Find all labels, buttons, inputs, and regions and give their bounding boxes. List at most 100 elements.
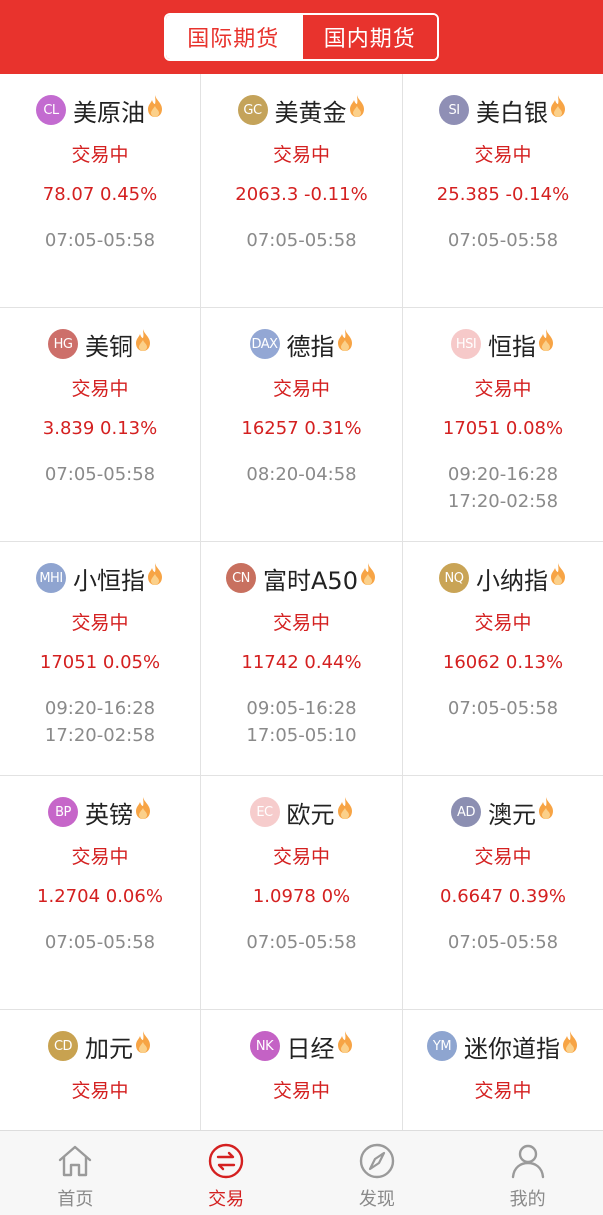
product-card[interactable]: HG 美铜交易中 3.839 0.13% 07:05-05:58 (0, 308, 200, 541)
product-card[interactable]: HSI 恒指 交易中 17051 0.08% 09:20-16:28 17:20-02:5… (403, 308, 603, 541)
product-name: 美铜 (85, 332, 133, 361)
trading-hours: 09:20-16:28 17:20-02:58 (0, 695, 200, 749)
hot-flame-icon (148, 95, 162, 117)
price-change: 25.385 -0.14% (436, 184, 570, 205)
product-card[interactable]: MHI 小恒指 交易中 17051 0.05% 09:20-16:28 17:20-02:… (0, 542, 200, 775)
tab-trade[interactable]: 交易 (151, 1131, 302, 1215)
product-name: 德指 (286, 332, 335, 361)
trading-hours: 07:05-05:58 (403, 929, 603, 956)
product-card[interactable]: DAX 德指交易中 16257 0.31% 08:20-04:58 (201, 308, 402, 541)
product-title: GC 美黄金 (201, 92, 402, 128)
product-code-badge: MHI (36, 563, 66, 593)
product-name: 迷你道指 (464, 1034, 560, 1063)
trading-status: 交易中 (272, 846, 330, 868)
trading-status: 交易中 (71, 1080, 129, 1102)
price-change: 1.2704 0.06% (37, 886, 163, 907)
product-title: SI 美白银 (403, 92, 603, 128)
hot-flame-icon (337, 797, 352, 819)
product-code-badge: AD (451, 797, 481, 827)
trading-hours-line: 07:05-05:58 (44, 464, 156, 485)
trading-status: 交易中 (71, 846, 129, 868)
trading-status: 交易中 (474, 612, 532, 634)
trading-hours-line: 09:05-16:28 (246, 698, 357, 719)
price-change: 11742 0.44% (241, 652, 362, 673)
trading-hours-line: 07:05-05:58 (246, 932, 357, 953)
product-title: CN 富时A50 (201, 560, 402, 596)
tab-international-futures[interactable]: 国际期货 (166, 15, 301, 59)
trading-hours-line: 07:05-05:58 (44, 230, 156, 251)
product-title: AD 澳元 (403, 794, 603, 830)
product-grid: CL 美原油 交易中 78.07 0.45% 07:05-05:58 GC 美黄金 交易中 20… (0, 74, 603, 1130)
trading-hours-line: 17:20-02:58 (44, 725, 156, 746)
product-card[interactable]: SI 美白银交易中 25.385 -0.14% 07:05-05:58 (403, 74, 603, 307)
trading-hours-line: 17:05-05:10 (246, 725, 357, 746)
trading-hours: 07:05-05:58 (201, 227, 402, 254)
hot-flame-icon (360, 563, 375, 585)
product-code-badge: GC (237, 95, 268, 125)
tab-home-label: 首页 (57, 1189, 94, 1210)
trading-status: 交易中 (272, 1080, 330, 1102)
product-name: 澳元 (488, 800, 536, 829)
product-code-badge: CD (48, 1031, 78, 1061)
trading-hours-line: 07:05-05:58 (447, 230, 559, 251)
product-code-badge: SI (439, 95, 469, 125)
product-title: BP 英镑 (0, 794, 200, 830)
tab-trade-label: 交易 (208, 1189, 245, 1210)
price-change: 78.07 0.45% (42, 184, 158, 205)
product-name: 小纳指 (476, 566, 548, 595)
product-code-badge: HG (48, 329, 78, 359)
tab-mine-label: 我的 (509, 1189, 546, 1210)
tab-domestic-futures[interactable]: 国内期货 (300, 15, 437, 59)
product-card[interactable]: CL 美原油 交易中 78.07 0.45% 07:05-05:58 (0, 74, 200, 307)
tab-home[interactable]: 首页 (0, 1131, 151, 1215)
trading-status: 交易中 (272, 378, 330, 400)
product-title: DAX 德指 (201, 326, 402, 362)
product-card[interactable]: AD 澳元 交易中 0.6647 0.39% 07:05-05:58 (403, 776, 603, 1009)
trading-hours-line: 08:20-04:58 (246, 464, 357, 485)
product-name: 英镑 (85, 800, 133, 829)
bottom-tab-bar: 首页 交易 发现 我的 (0, 1130, 603, 1215)
trading-status: 交易中 (474, 378, 532, 400)
product-title: HG 美铜 (0, 326, 200, 362)
price-change: 17051 0.05% (39, 652, 161, 673)
product-name: 美原油 (73, 98, 145, 127)
product-name: 欧元 (286, 800, 335, 829)
trading-status: 交易中 (272, 144, 330, 166)
product-card[interactable]: YM 迷你道指 交易中 (403, 1010, 603, 1130)
trading-status: 交易中 (71, 378, 129, 400)
hot-flame-icon (563, 1031, 577, 1053)
product-card[interactable]: EC 欧元 交易中 1.0978 0% 07:05-05:58 (201, 776, 402, 1009)
product-card[interactable]: GC 美黄金 交易中 2063.3 -0.11% 07:05-05:58 (201, 74, 402, 307)
price-change: 16257 0.31% (241, 418, 362, 439)
product-card[interactable]: NK 日经 交易中 (201, 1010, 402, 1130)
product-card[interactable]: BP 英镑 交易中 1.2704 0.06% 07:05-05:58 (0, 776, 200, 1009)
tab-discover-label: 发现 (358, 1189, 395, 1210)
trading-hours-line: 09:20-16:28 (447, 464, 559, 485)
compass-icon (359, 1143, 395, 1179)
trading-status: 交易中 (474, 144, 532, 166)
hot-flame-icon (136, 329, 150, 351)
trading-hours: 07:05-05:58 (0, 461, 200, 488)
product-code-badge: DAX (249, 329, 280, 359)
price-change: 3.839 0.13% (42, 418, 158, 439)
tab-mine[interactable]: 我的 (452, 1131, 603, 1215)
price-change: 17051 0.08% (442, 418, 564, 439)
product-title: MHI 小恒指 (0, 560, 200, 596)
product-code-badge: CN (226, 563, 257, 593)
trading-hours-line: 17:20-02:58 (447, 491, 559, 512)
product-card[interactable]: CD 加元 交易中 (0, 1010, 200, 1130)
product-card[interactable]: NQ 小纳指交易中 16062 0.13% 07:05-05:58 (403, 542, 603, 775)
hot-flame-icon (539, 797, 553, 819)
price-change: 16062 0.13% (442, 652, 564, 673)
trading-hours-line: 07:05-05:58 (447, 698, 559, 719)
tab-discover[interactable]: 发现 (302, 1131, 453, 1215)
product-card[interactable]: CN 富时A50 交易中 11742 0.44% 09:05-16:28 17:05-05… (201, 542, 402, 775)
trading-hours: 07:05-05:58 (201, 929, 402, 956)
home-icon (59, 1145, 92, 1177)
hot-flame-icon (136, 1031, 150, 1053)
hot-flame-icon (337, 329, 352, 351)
product-title: NQ 小纳指 (403, 560, 603, 596)
trading-hours-line: 09:20-16:28 (44, 698, 156, 719)
product-name: 恒指 (488, 332, 536, 361)
exchange-icon (208, 1143, 244, 1179)
